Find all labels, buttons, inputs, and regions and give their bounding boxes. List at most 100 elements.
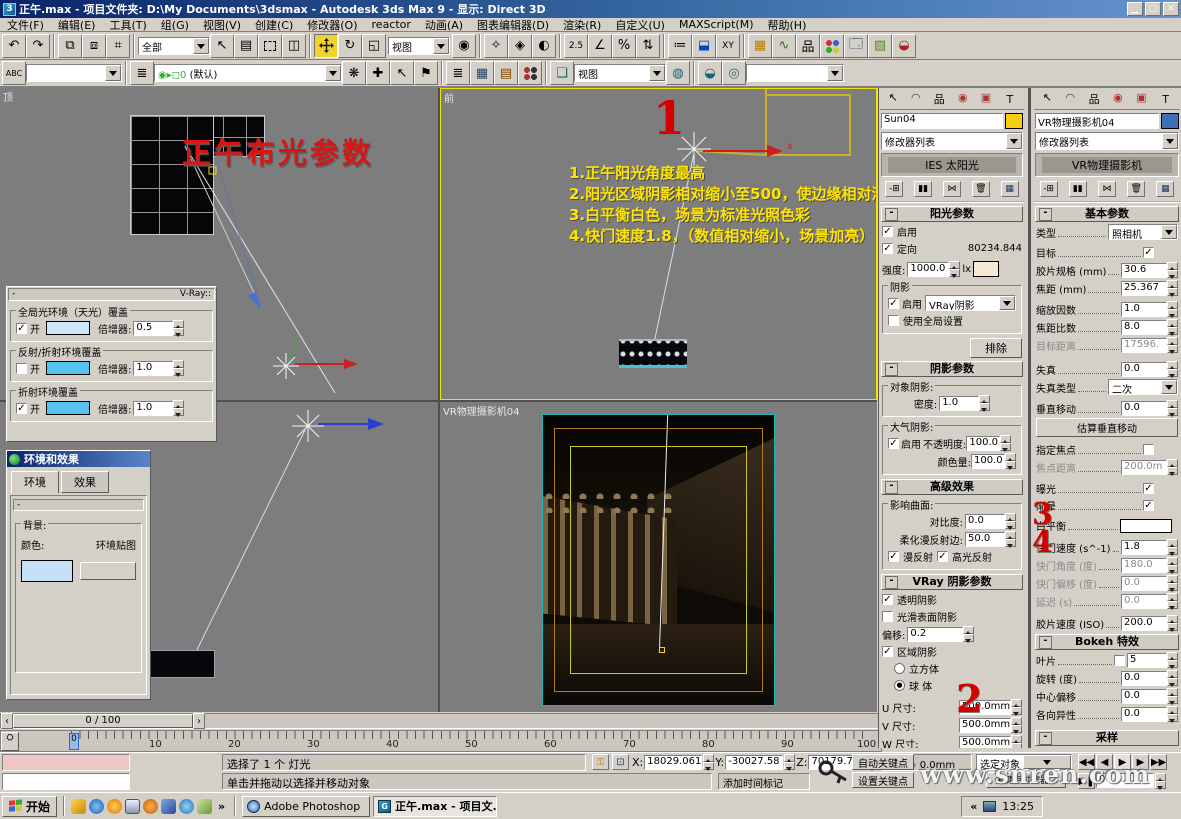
viewport-top-label[interactable]: 顶 (3, 89, 13, 104)
dropdown-arrow-icon[interactable] (433, 38, 449, 54)
refr-color-swatch[interactable] (46, 401, 90, 415)
render-type-button[interactable]: ▧ (868, 34, 892, 58)
tab-utilities-icon[interactable]: Ｔ (1160, 91, 1171, 107)
curve-editor-button[interactable]: ∿ (772, 34, 796, 58)
refl-mult-spinner[interactable] (173, 360, 184, 376)
use-global-checkbox[interactable] (888, 315, 899, 326)
rollout-basic-parameters[interactable]: 基本参数 (1035, 206, 1179, 222)
object-color-swatch[interactable] (1161, 113, 1179, 129)
time-slider-handle[interactable]: 0 / 100 (13, 714, 193, 728)
dropdown-arrow-icon[interactable] (999, 296, 1015, 310)
start-button[interactable]: 开始 (2, 796, 57, 817)
modifier-stack[interactable]: VR物理摄影机 (1035, 153, 1179, 177)
menu-edit[interactable]: 编辑(E) (51, 16, 103, 34)
bokeh-rotation-spinner[interactable] (1167, 670, 1178, 686)
tab-hierarchy-icon[interactable]: 品 (934, 91, 945, 107)
v-size-spinner[interactable] (1011, 717, 1022, 733)
exclude-button[interactable]: 排除 (970, 338, 1022, 358)
menu-views[interactable]: 视图(V) (196, 16, 248, 34)
redo-button[interactable]: ↷ (26, 34, 50, 58)
smooth-shadows-checkbox[interactable] (882, 611, 893, 622)
exposure-checkbox[interactable]: ✓ (1143, 483, 1154, 494)
y-spinner[interactable] (784, 754, 795, 770)
camera-type-dropdown[interactable]: 照相机 (1108, 224, 1178, 240)
rectangular-region-button[interactable] (258, 34, 282, 58)
select-scale-button[interactable]: ◱ (362, 34, 386, 58)
modifier-list-dropdown[interactable]: 修改器列表 (1035, 132, 1179, 150)
tray-collapse-button[interactable]: « (970, 800, 977, 813)
box-radio[interactable] (894, 663, 905, 674)
dropdown-arrow-icon[interactable] (325, 65, 341, 81)
soften-field[interactable]: 50.0 (965, 532, 1005, 547)
gi-mult-spinner[interactable] (173, 320, 184, 336)
gi-color-swatch[interactable] (46, 321, 90, 335)
frame-spinner[interactable] (1155, 773, 1166, 789)
auto-key-button[interactable]: 自动关键点 (852, 754, 914, 770)
menu-graph-editors[interactable]: 图表编辑器(D) (470, 16, 556, 34)
show-end-result-button[interactable]: ▮▮ (1069, 181, 1087, 197)
color-amount-field[interactable]: 100.0 (971, 454, 1005, 469)
white-balance-swatch[interactable] (1120, 519, 1172, 533)
track-bar[interactable]: 0 1020 3040 5060 7080 90100 ⛭ (0, 730, 882, 752)
layer-properties-button[interactable]: ⚑ (414, 61, 438, 85)
select-move-button[interactable] (314, 34, 338, 58)
f-number-spinner[interactable] (1167, 319, 1178, 335)
spinner-snap-button[interactable]: ⇅ (636, 34, 660, 58)
menu-maxscript[interactable]: MAXScript(M) (672, 17, 761, 32)
opacity-spinner[interactable] (1000, 435, 1011, 451)
env-dialog-titlebar[interactable]: 环境和效果 (7, 451, 150, 467)
contrast-field[interactable]: 0.0 (965, 514, 1005, 529)
layer-manager-button[interactable]: ▦ (748, 34, 772, 58)
keyboard-shortcut-toggle-button[interactable]: ◈ (508, 34, 532, 58)
ql-icon-word[interactable] (161, 799, 176, 814)
menu-group[interactable]: 组(G) (154, 16, 196, 34)
menu-create[interactable]: 创建(C) (248, 16, 300, 34)
distortion-spinner[interactable] (1167, 361, 1178, 377)
stack-item-ies-sun[interactable]: IES 太阳光 (888, 157, 1017, 173)
select-manipulate-button[interactable]: ✧ (484, 34, 508, 58)
shadow-on-checkbox[interactable]: ✓ (888, 298, 899, 309)
atmos-on-checkbox[interactable]: ✓ (888, 438, 899, 449)
tab-hierarchy-icon[interactable]: 品 (1089, 91, 1100, 107)
xy-constraint-button[interactable]: XY (716, 34, 740, 58)
ql-icon-media-player[interactable] (143, 799, 158, 814)
task-3dsmax[interactable]: G 正午.max - 项目文... (373, 796, 497, 817)
time-tag[interactable]: 添加时间标记 (718, 773, 810, 790)
show-end-result-button[interactable]: ▮▮ (914, 181, 932, 197)
refr-on-checkbox[interactable]: ✓ (16, 403, 27, 414)
modifier-list-dropdown[interactable]: 修改器列表 (881, 132, 1023, 150)
x-coordinate-field[interactable]: 18029.061 (644, 755, 702, 770)
distortion-field[interactable]: 0.0 (1121, 362, 1167, 377)
menu-file[interactable]: 文件(F) (0, 16, 51, 34)
stack-item-vray-camera[interactable]: VR物理摄影机 (1042, 157, 1173, 173)
dropdown-arrow-icon[interactable] (1161, 380, 1177, 394)
density-spinner[interactable] (979, 395, 990, 411)
teapot-icon[interactable]: ◒ (698, 61, 722, 85)
bokeh-rotation-field[interactable]: 0.0 (1121, 671, 1167, 686)
sphere-check-icon[interactable]: ◎ (722, 61, 746, 85)
sun-enabled-checkbox[interactable]: ✓ (882, 226, 893, 237)
object-name-field[interactable]: Sun04 (881, 113, 1003, 129)
tab-modify-icon[interactable]: ◠ (1065, 91, 1075, 107)
bg-color-swatch[interactable] (21, 560, 73, 582)
align-button[interactable]: ⬓ (692, 34, 716, 58)
time-slider-next-button[interactable]: › (193, 713, 205, 729)
bias-field[interactable]: 0.2 (907, 627, 963, 642)
menu-animation[interactable]: 动画(A) (418, 16, 470, 34)
window-crossing-button[interactable]: ◫ (282, 34, 306, 58)
snap-toggle-button[interactable]: 2.5 (564, 34, 588, 58)
u-size-spinner[interactable] (1011, 699, 1022, 715)
film-gate-field[interactable]: 30.6 (1121, 263, 1167, 278)
curve-editor-2-button[interactable]: ▦ (470, 61, 494, 85)
select-layer-button[interactable]: ↖ (390, 61, 414, 85)
dropdown-arrow-icon[interactable] (649, 65, 665, 81)
blades-checkbox[interactable] (1114, 655, 1125, 666)
render-preset-dropdown[interactable] (746, 64, 844, 82)
shutter-speed-field[interactable]: 1.8 (1121, 540, 1167, 555)
bias-spinner[interactable] (963, 626, 974, 642)
center-bias-spinner[interactable] (1167, 688, 1178, 704)
anisotropy-field[interactable]: 0.0 (1121, 707, 1167, 722)
distortion-type-dropdown[interactable]: 二次 (1108, 379, 1178, 395)
rollout-shadow-parameters[interactable]: 阴影参数 (881, 361, 1023, 377)
use-pivot-center-button[interactable]: ◉ (452, 34, 476, 58)
